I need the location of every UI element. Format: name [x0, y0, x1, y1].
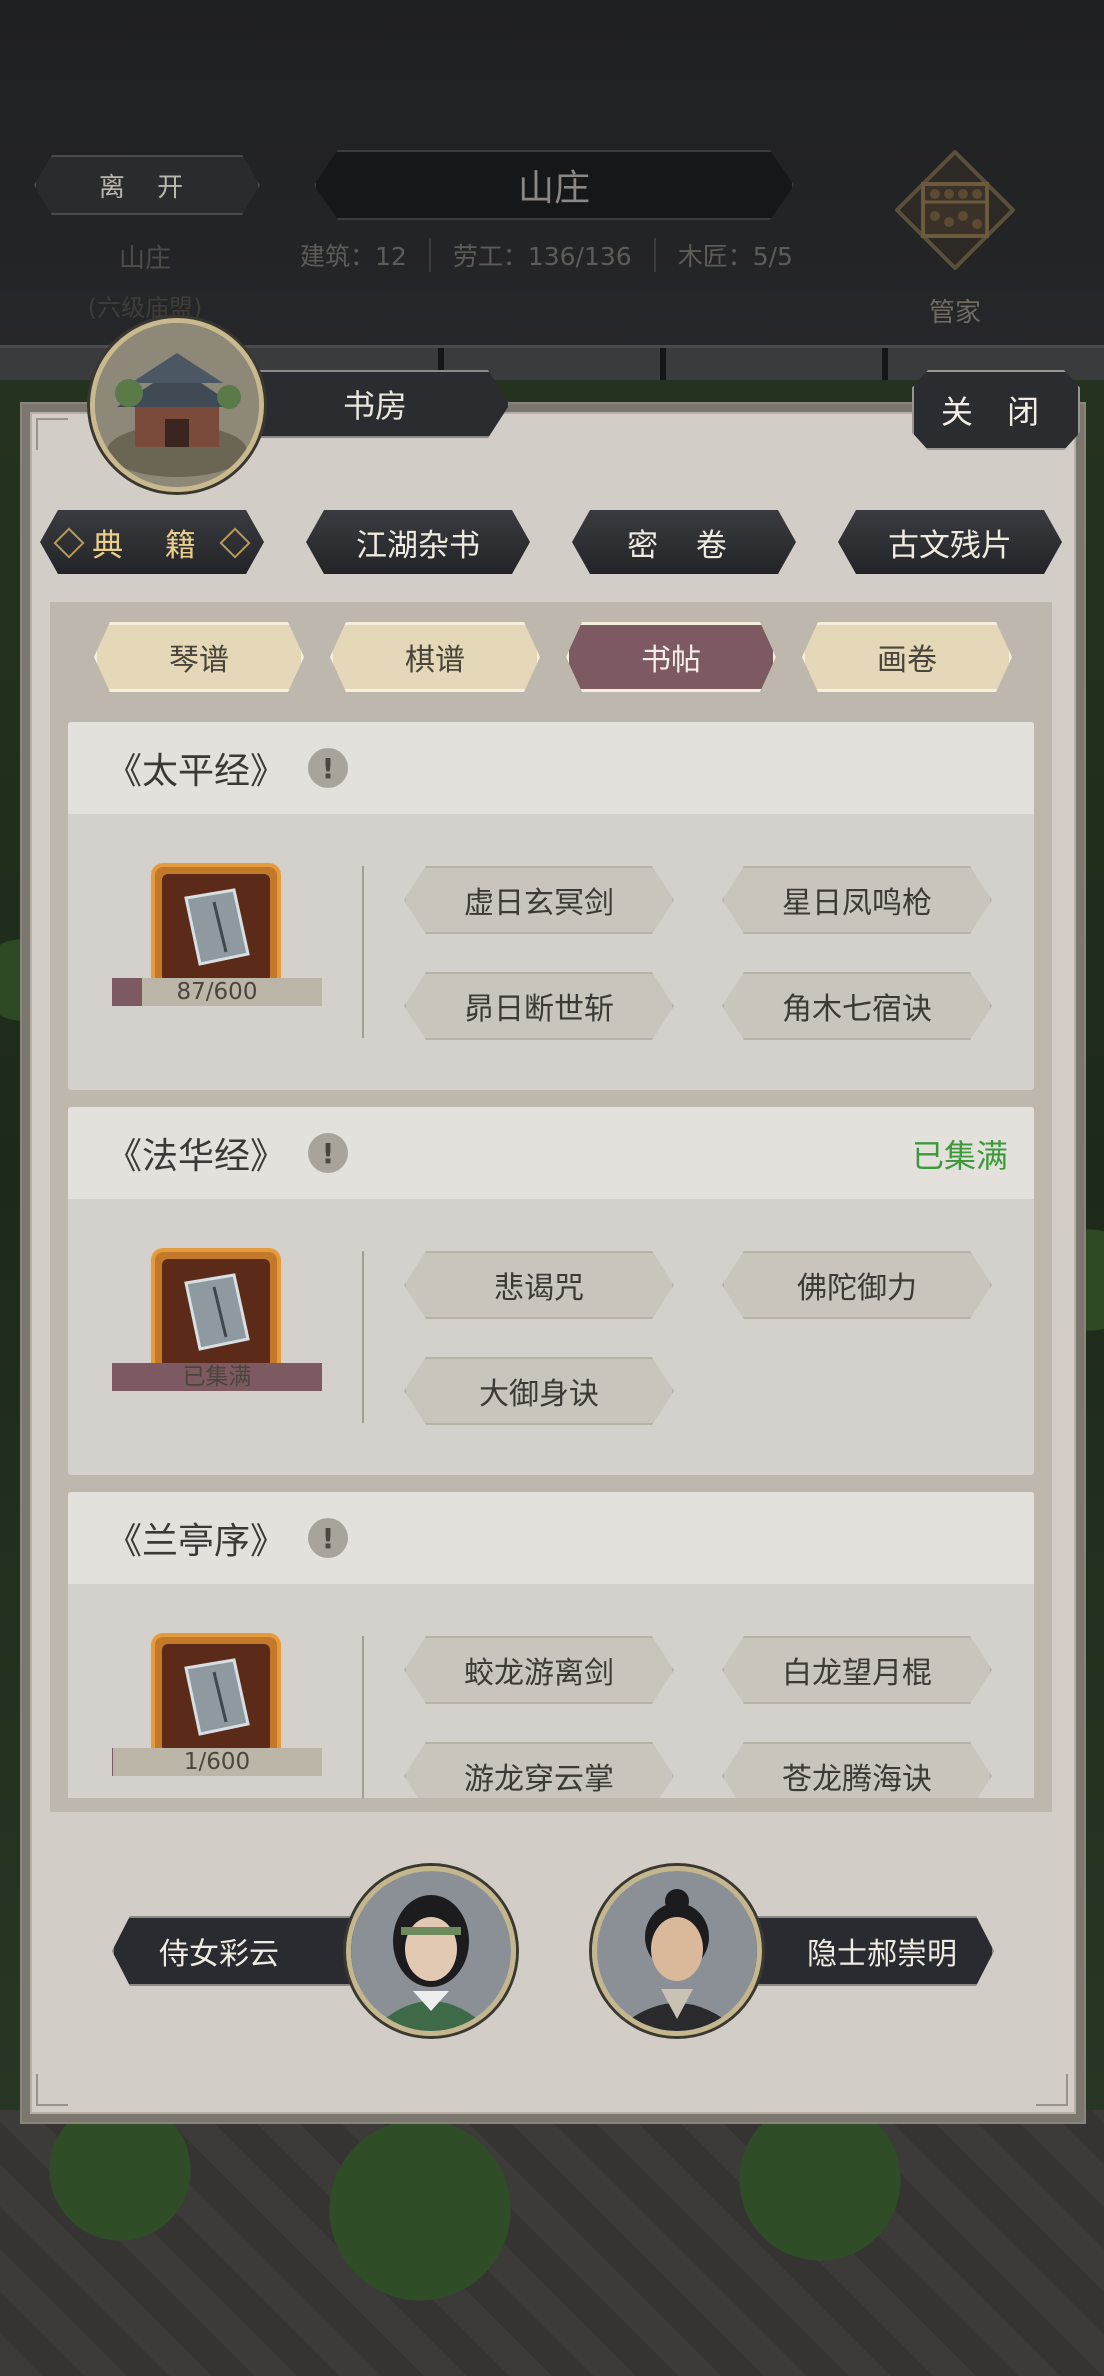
skill-button[interactable]: 大御身诀: [404, 1357, 674, 1425]
book-card-header: 《兰亭序》 !: [68, 1492, 1034, 1584]
estate-title: 山庄: [314, 150, 794, 220]
close-button[interactable]: 关 闭: [912, 370, 1080, 450]
skill-button[interactable]: 苍龙腾海诀: [722, 1742, 992, 1798]
building-avatar: [90, 318, 264, 492]
skill-button[interactable]: 星日凤鸣枪: [722, 866, 992, 934]
stat-laborers: 劳工：136/136: [452, 242, 632, 271]
panel-corner: [36, 2074, 68, 2106]
tab-secret-scrolls[interactable]: 密 卷: [572, 510, 796, 574]
abacus-icon[interactable]: [894, 149, 1016, 271]
stat-buildings: 建筑：12: [300, 242, 407, 271]
skill-button[interactable]: 白龙望月棍: [722, 1636, 992, 1704]
diamond-ornament-icon: [219, 527, 250, 558]
estate-name: 山庄: [118, 244, 171, 274]
card-divider: [362, 866, 364, 1038]
skill-button[interactable]: 角木七宿诀: [722, 972, 992, 1040]
card-divider: [362, 1251, 364, 1423]
background-courtyard: [0, 2110, 1104, 2376]
stat-divider: [428, 238, 431, 272]
progress-fill: [112, 978, 143, 1006]
subtab-calligraphy[interactable]: 书帖: [566, 622, 776, 692]
skill-button[interactable]: 蛟龙游离剑: [404, 1636, 674, 1704]
subtab-qin-scores[interactable]: 琴谱: [94, 622, 304, 692]
estate-stats: 建筑：12 劳工：136/136 木匠：5/5: [300, 236, 820, 274]
subtab-chess-manuals[interactable]: 棋谱: [330, 622, 540, 692]
stat-divider: [653, 238, 656, 272]
skill-button[interactable]: 佛陀御力: [722, 1251, 992, 1319]
npc-name-plate[interactable]: 侍女彩云: [112, 1916, 366, 1986]
book-card-body: 1/600 蛟龙游离剑 白龙望月棍 游龙穿云掌 苍龙腾海诀: [68, 1584, 1034, 1798]
panel-corner: [36, 418, 68, 450]
building-name-plate: 书房: [240, 370, 510, 438]
book-card: 《法华经》 ! 已集满 已集满 悲谒咒 佛陀御力 大御身诀: [68, 1107, 1034, 1475]
npc-avatar-maid[interactable]: [346, 1866, 516, 2036]
book-card-body: 已集满 悲谒咒 佛陀御力 大御身诀: [68, 1199, 1034, 1475]
tab-classics[interactable]: 典 籍: [40, 510, 264, 574]
skill-button[interactable]: 虚日玄冥剑: [404, 866, 674, 934]
estate-level: (六级庙盟): [87, 294, 203, 322]
alert-icon[interactable]: !: [308, 748, 348, 788]
book-card: 《太平经》 ! 87/600 虚日玄冥剑 星日凤鸣枪 昴日断世斩 角木七宿诀: [68, 722, 1034, 1090]
diamond-ornament-icon: [53, 527, 84, 558]
book-title: 《太平经》: [106, 751, 287, 792]
book-icon[interactable]: [150, 1247, 282, 1379]
book-progress-bar: 1/600: [112, 1748, 322, 1776]
book-progress-bar: 87/600: [112, 978, 322, 1006]
book-progress-bar: 已集满: [112, 1363, 322, 1391]
tab-ancient-fragments[interactable]: 古文残片: [838, 510, 1062, 574]
npc-avatar-hermit[interactable]: [592, 1866, 762, 2036]
book-card-header: 《法华经》 ! 已集满: [68, 1107, 1034, 1199]
book-status-complete: 已集满: [911, 1137, 1008, 1175]
stat-carpenters: 木匠：5/5: [677, 242, 793, 271]
leave-button[interactable]: 离 开: [34, 155, 260, 215]
alert-icon[interactable]: !: [308, 1518, 348, 1558]
steward-label[interactable]: 管家: [895, 292, 1015, 329]
tab-misc-books[interactable]: 江湖杂书: [306, 510, 530, 574]
book-card: 《兰亭序》 ! 1/600 蛟龙游离剑 白龙望月棍 游龙穿云掌 苍龙腾海诀: [68, 1492, 1034, 1798]
subtab-paintings[interactable]: 画卷: [802, 622, 1012, 692]
skill-button[interactable]: 游龙穿云掌: [404, 1742, 674, 1798]
book-title: 《兰亭序》: [106, 1521, 287, 1562]
book-icon[interactable]: [150, 1632, 282, 1764]
card-divider: [362, 1636, 364, 1798]
book-title: 《法华经》: [106, 1136, 287, 1177]
book-card-header: 《太平经》 !: [68, 722, 1034, 814]
npc-name-plate[interactable]: 隐士郝崇明: [740, 1916, 994, 1986]
book-icon[interactable]: [150, 862, 282, 994]
skill-button[interactable]: 悲谒咒: [404, 1251, 674, 1319]
skill-button[interactable]: 昴日断世斩: [404, 972, 674, 1040]
panel-corner: [1036, 2074, 1068, 2106]
book-card-body: 87/600 虚日玄冥剑 星日凤鸣枪 昴日断世斩 角木七宿诀: [68, 814, 1034, 1090]
alert-icon[interactable]: !: [308, 1133, 348, 1173]
